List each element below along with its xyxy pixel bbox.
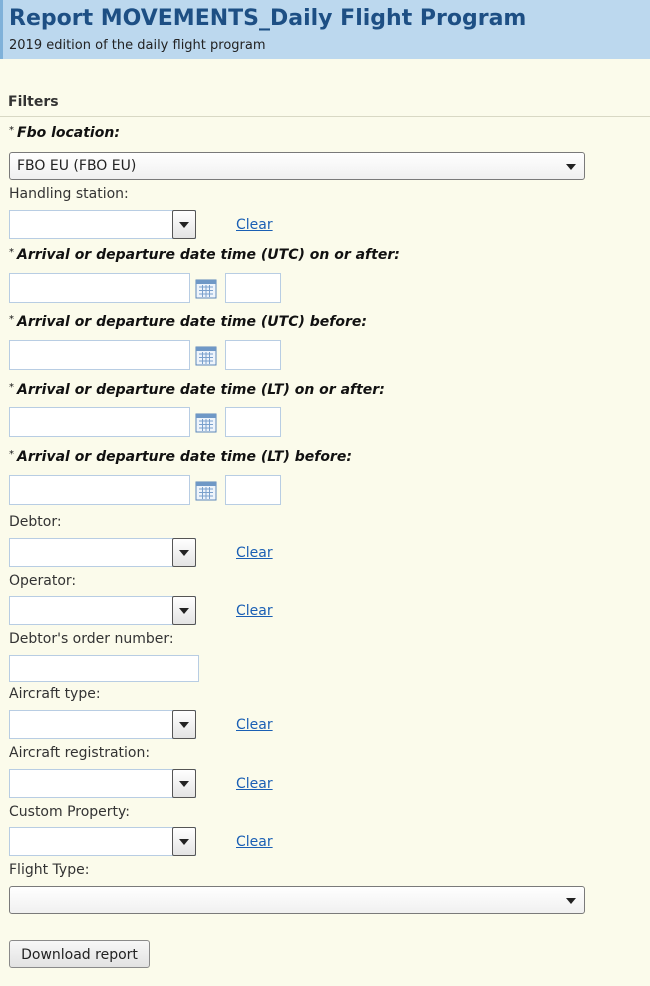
calendar-icon[interactable] bbox=[195, 481, 217, 501]
fbo-location-select[interactable]: FBO EU (FBO EU) bbox=[9, 152, 585, 180]
chevron-down-icon bbox=[179, 722, 189, 728]
utc-on-or-after-date-input[interactable] bbox=[9, 273, 190, 303]
handling-station-dropdown-button[interactable] bbox=[172, 210, 196, 239]
aircraft-registration-dropdown-button[interactable] bbox=[172, 769, 196, 798]
utc-on-or-after-time-input[interactable] bbox=[225, 273, 281, 303]
lt-before-label: * Arrival or departure date time (LT) bef… bbox=[9, 449, 352, 465]
handling-station-label: Handling station: bbox=[9, 186, 129, 202]
operator-clear-link[interactable]: Clear bbox=[236, 603, 273, 619]
filters-divider bbox=[0, 116, 650, 117]
custom-property-label: Custom Property: bbox=[9, 804, 131, 820]
custom-property-combo[interactable] bbox=[9, 827, 196, 856]
calendar-icon[interactable] bbox=[195, 346, 217, 366]
debtor-dropdown-button[interactable] bbox=[172, 538, 196, 567]
chevron-down-icon bbox=[179, 781, 189, 787]
debtor-label: Debtor: bbox=[9, 514, 62, 530]
page-subtitle: 2019 edition of the daily flight program bbox=[9, 38, 266, 53]
chevron-down-icon bbox=[179, 550, 189, 556]
utc-on-or-after-label: * Arrival or departure date time (UTC) on… bbox=[9, 247, 400, 263]
handling-station-clear-link[interactable]: Clear bbox=[236, 217, 273, 233]
aircraft-registration-label: Aircraft registration: bbox=[9, 745, 151, 761]
lt-on-or-after-label-text: Arrival or departure date time (LT) on o… bbox=[17, 382, 385, 398]
chevron-down-icon bbox=[179, 222, 189, 228]
debtor-combo[interactable] bbox=[9, 538, 196, 567]
utc-before-date-input[interactable] bbox=[9, 340, 190, 370]
aircraft-type-combo[interactable] bbox=[9, 710, 196, 739]
fbo-location-label-text: Fbo location: bbox=[17, 125, 120, 141]
aircraft-type-label: Aircraft type: bbox=[9, 686, 101, 702]
chevron-down-icon bbox=[179, 839, 189, 845]
page-title: Report MOVEMENTS_Daily Flight Program bbox=[9, 6, 527, 31]
operator-dropdown-button[interactable] bbox=[172, 596, 196, 625]
fbo-location-label: * Fbo location: bbox=[9, 125, 120, 141]
lt-on-or-after-label: * Arrival or departure date time (LT) on … bbox=[9, 382, 385, 398]
debtor-order-number-input[interactable] bbox=[9, 655, 199, 682]
lt-before-date-input[interactable] bbox=[9, 475, 190, 505]
required-marker: * bbox=[9, 449, 14, 460]
calendar-icon[interactable] bbox=[195, 279, 217, 299]
chevron-down-icon bbox=[566, 164, 576, 170]
handling-station-combo[interactable] bbox=[9, 210, 196, 239]
aircraft-registration-clear-link[interactable]: Clear bbox=[236, 776, 273, 792]
lt-on-or-after-time-input[interactable] bbox=[225, 407, 281, 437]
utc-before-label-text: Arrival or departure date time (UTC) bef… bbox=[17, 314, 367, 330]
required-marker: * bbox=[9, 247, 14, 258]
calendar-icon[interactable] bbox=[195, 413, 217, 433]
utc-before-label: * Arrival or departure date time (UTC) be… bbox=[9, 314, 367, 330]
required-marker: * bbox=[9, 314, 14, 325]
operator-combo[interactable] bbox=[9, 596, 196, 625]
lt-before-time-input[interactable] bbox=[225, 475, 281, 505]
page-header: Report MOVEMENTS_Daily Flight Program 20… bbox=[0, 0, 650, 59]
lt-on-or-after-date-input[interactable] bbox=[9, 407, 190, 437]
filters-heading: Filters bbox=[8, 94, 59, 110]
chevron-down-icon bbox=[179, 608, 189, 614]
download-report-button[interactable]: Download report bbox=[9, 940, 150, 968]
operator-label: Operator: bbox=[9, 573, 77, 589]
required-marker: * bbox=[9, 382, 14, 393]
required-marker: * bbox=[9, 125, 14, 136]
debtor-clear-link[interactable]: Clear bbox=[236, 545, 273, 561]
custom-property-clear-link[interactable]: Clear bbox=[236, 834, 273, 850]
aircraft-registration-combo[interactable] bbox=[9, 769, 196, 798]
custom-property-dropdown-button[interactable] bbox=[172, 827, 196, 856]
utc-on-or-after-label-text: Arrival or departure date time (UTC) on … bbox=[17, 247, 400, 263]
utc-before-time-input[interactable] bbox=[225, 340, 281, 370]
fbo-location-value: FBO EU (FBO EU) bbox=[17, 158, 137, 174]
chevron-down-icon bbox=[566, 898, 576, 904]
aircraft-type-clear-link[interactable]: Clear bbox=[236, 717, 273, 733]
aircraft-type-dropdown-button[interactable] bbox=[172, 710, 196, 739]
flight-type-select[interactable] bbox=[9, 886, 585, 914]
debtor-order-number-label: Debtor's order number: bbox=[9, 631, 174, 647]
lt-before-label-text: Arrival or departure date time (LT) befo… bbox=[17, 449, 352, 465]
flight-type-label: Flight Type: bbox=[9, 862, 90, 878]
